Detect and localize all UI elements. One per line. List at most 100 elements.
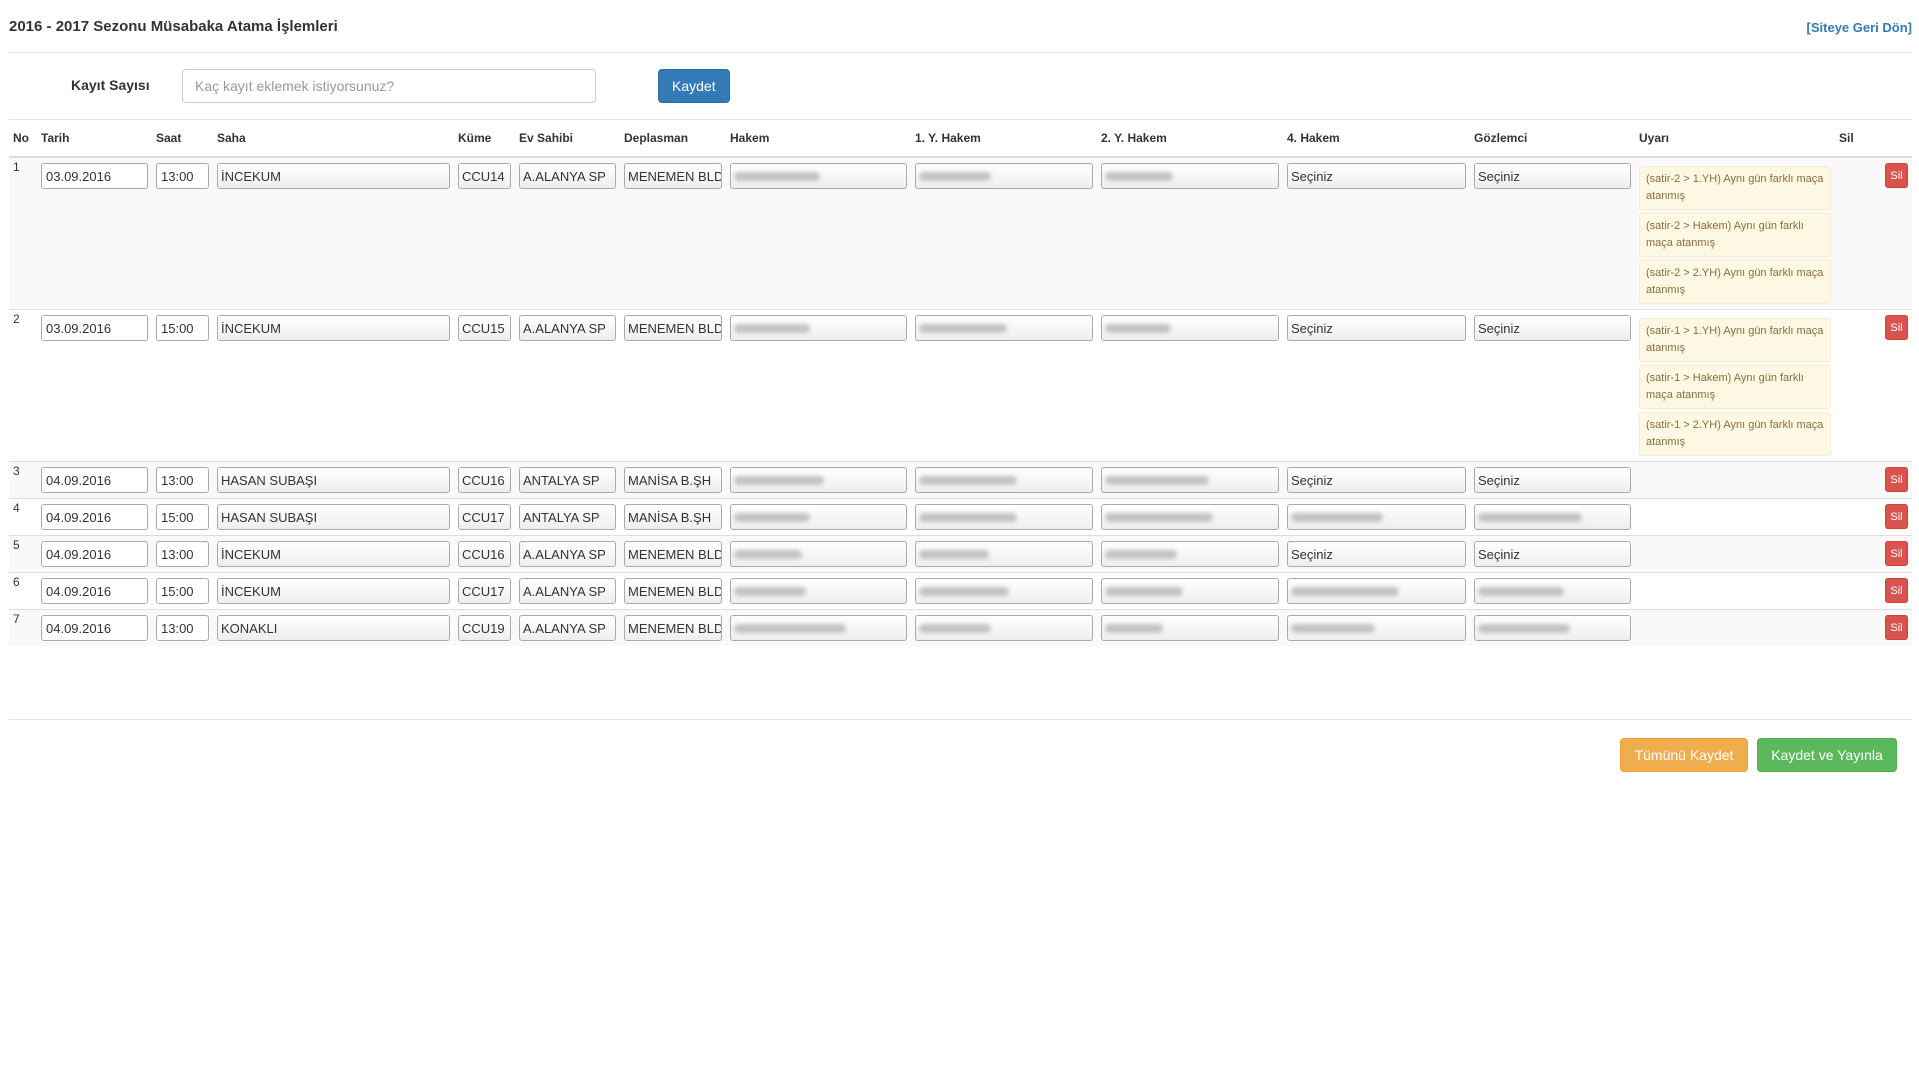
delete-button[interactable]: Sil xyxy=(1885,615,1908,640)
group-select[interactable]: CCU15 xyxy=(458,315,511,341)
observer-select[interactable]: Seçiniz xyxy=(1474,163,1631,189)
home-team-cell: ANTALYA SP xyxy=(515,461,620,499)
field-cell: İNCEKUM xyxy=(213,156,454,310)
back-to-site-link[interactable]: [Siteye Geri Dön] xyxy=(1807,20,1912,35)
home-team-select[interactable]: ANTALYA SP xyxy=(519,467,616,493)
referee-select[interactable] xyxy=(730,541,907,567)
date-input[interactable] xyxy=(41,467,148,493)
assistant-referee-2-select[interactable] xyxy=(1101,315,1279,341)
date-input[interactable] xyxy=(41,504,148,530)
fourth-official-select[interactable]: Seçiniz xyxy=(1287,467,1466,493)
date-input[interactable] xyxy=(41,578,148,604)
delete-button[interactable]: Sil xyxy=(1885,467,1908,492)
away-team-select[interactable]: MANİSA B.ŞH xyxy=(624,467,722,493)
warnings-cell xyxy=(1635,535,1835,573)
away-team-select[interactable]: MENEMEN BLD xyxy=(624,541,722,567)
assistant-referee-1-select[interactable] xyxy=(915,578,1093,604)
date-input[interactable] xyxy=(41,615,148,641)
assistant-referee-1-select[interactable] xyxy=(915,504,1093,530)
group-select[interactable]: CCU16 xyxy=(458,541,511,567)
date-input[interactable] xyxy=(41,541,148,567)
away-team-select[interactable]: MANİSA B.ŞH xyxy=(624,504,722,530)
home-team-select[interactable]: A.ALANYA SP xyxy=(519,315,616,341)
field-select[interactable]: İNCEKUM xyxy=(217,163,450,189)
referee-cell xyxy=(726,309,911,462)
home-team-select[interactable]: ANTALYA SP xyxy=(519,504,616,530)
home-team-select[interactable]: A.ALANYA SP xyxy=(519,578,616,604)
time-input[interactable] xyxy=(156,163,209,189)
fourth-official-select[interactable] xyxy=(1287,615,1466,641)
assistant-referee-1-select[interactable] xyxy=(915,467,1093,493)
delete-button[interactable]: Sil xyxy=(1885,315,1908,340)
away-team-cell: MENEMEN BLD xyxy=(620,535,726,573)
save-and-publish-button[interactable]: Kaydet ve Yayınla xyxy=(1757,738,1897,772)
observer-select[interactable]: Seçiniz xyxy=(1474,315,1631,341)
time-input[interactable] xyxy=(156,615,209,641)
column-header-no: No xyxy=(9,120,37,158)
save-all-button[interactable]: Tümünü Kaydet xyxy=(1620,738,1748,772)
observer-select[interactable]: Seçiniz xyxy=(1474,541,1631,567)
delete-button[interactable]: Sil xyxy=(1885,578,1908,603)
observer-select[interactable] xyxy=(1474,615,1631,641)
record-count-save-button[interactable]: Kaydet xyxy=(658,69,730,103)
field-select[interactable]: KONAKLI xyxy=(217,615,450,641)
column-header-home: Ev Sahibi xyxy=(515,120,620,158)
away-team-select[interactable]: MENEMEN BLD xyxy=(624,615,722,641)
group-select[interactable]: CCU16 xyxy=(458,467,511,493)
field-select[interactable]: İNCEKUM xyxy=(217,578,450,604)
assistant-referee-2-select[interactable] xyxy=(1101,163,1279,189)
fourth-official-select[interactable]: Seçiniz xyxy=(1287,541,1466,567)
record-count-input[interactable] xyxy=(182,69,596,103)
referee-select[interactable] xyxy=(730,163,907,189)
referee-select[interactable] xyxy=(730,615,907,641)
time-input[interactable] xyxy=(156,315,209,341)
assistant-referee-1-select[interactable] xyxy=(915,315,1093,341)
field-select[interactable]: HASAN SUBAŞI xyxy=(217,504,450,530)
away-team-select[interactable]: MENEMEN BLD xyxy=(624,163,722,189)
referee-cell xyxy=(726,572,911,610)
time-input[interactable] xyxy=(156,578,209,604)
assistant-referee-2-select[interactable] xyxy=(1101,467,1279,493)
fourth-official-select[interactable] xyxy=(1287,578,1466,604)
assistant-referee-2-select[interactable] xyxy=(1101,504,1279,530)
referee-select[interactable] xyxy=(730,504,907,530)
observer-select[interactable] xyxy=(1474,504,1631,530)
date-input[interactable] xyxy=(41,315,148,341)
away-team-select[interactable]: MENEMEN BLD xyxy=(624,315,722,341)
fourth-official-select[interactable]: Seçiniz xyxy=(1287,163,1466,189)
assistant-referee-2-select[interactable] xyxy=(1101,541,1279,567)
redacted-name xyxy=(919,549,989,559)
delete-button[interactable]: Sil xyxy=(1885,163,1908,188)
time-input[interactable] xyxy=(156,467,209,493)
away-team-cell: MENEMEN BLD xyxy=(620,572,726,610)
assistant-referee-2-select[interactable] xyxy=(1101,578,1279,604)
home-team-select[interactable]: A.ALANYA SP xyxy=(519,163,616,189)
group-select[interactable]: CCU17 xyxy=(458,578,511,604)
date-input[interactable] xyxy=(41,163,148,189)
observer-select[interactable] xyxy=(1474,578,1631,604)
delete-button[interactable]: Sil xyxy=(1885,541,1908,566)
time-input[interactable] xyxy=(156,541,209,567)
assistant-referee-2-select[interactable] xyxy=(1101,615,1279,641)
group-select[interactable]: CCU17 xyxy=(458,504,511,530)
group-select[interactable]: CCU19 xyxy=(458,615,511,641)
group-select[interactable]: CCU14 xyxy=(458,163,511,189)
home-team-select[interactable]: A.ALANYA SP xyxy=(519,615,616,641)
observer-select[interactable]: Seçiniz xyxy=(1474,467,1631,493)
fourth-official-select[interactable]: Seçiniz xyxy=(1287,315,1466,341)
date-cell xyxy=(37,535,152,573)
away-team-select[interactable]: MENEMEN BLD xyxy=(624,578,722,604)
home-team-select[interactable]: A.ALANYA SP xyxy=(519,541,616,567)
field-select[interactable]: İNCEKUM xyxy=(217,315,450,341)
field-select[interactable]: İNCEKUM xyxy=(217,541,450,567)
delete-button[interactable]: Sil xyxy=(1885,504,1908,529)
field-select[interactable]: HASAN SUBAŞI xyxy=(217,467,450,493)
assistant-referee-1-select[interactable] xyxy=(915,163,1093,189)
referee-select[interactable] xyxy=(730,467,907,493)
referee-select[interactable] xyxy=(730,315,907,341)
referee-select[interactable] xyxy=(730,578,907,604)
assistant-referee-1-select[interactable] xyxy=(915,541,1093,567)
time-input[interactable] xyxy=(156,504,209,530)
fourth-official-select[interactable] xyxy=(1287,504,1466,530)
assistant-referee-1-select[interactable] xyxy=(915,615,1093,641)
